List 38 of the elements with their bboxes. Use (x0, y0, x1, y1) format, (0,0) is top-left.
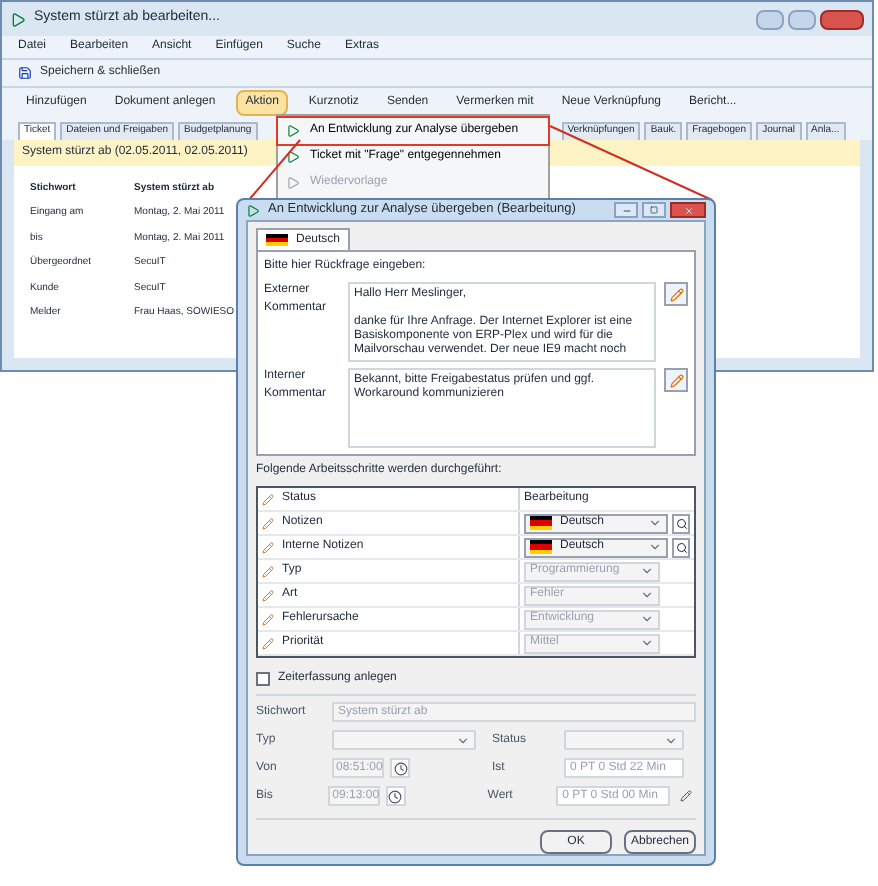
pencil-icon (262, 565, 274, 577)
edit-button[interactable] (664, 368, 688, 392)
pencil-icon (262, 517, 274, 529)
pencil-icon (669, 373, 683, 387)
pencil-icon (262, 541, 274, 553)
maximize-button[interactable] (788, 9, 816, 29)
app-icon (10, 11, 26, 27)
pencil-icon (262, 589, 274, 601)
maximize-button[interactable] (642, 202, 666, 218)
minimize-icon (621, 205, 631, 215)
clock-icon (393, 761, 407, 775)
caret-icon (456, 733, 470, 747)
search-icon (675, 517, 687, 529)
pencil-icon (262, 493, 274, 505)
caret-icon (664, 733, 678, 747)
pencil-icon (262, 613, 274, 625)
pencil-icon (669, 287, 683, 301)
search-button[interactable] (672, 537, 690, 557)
clock-button[interactable] (390, 758, 410, 778)
close-button[interactable] (670, 202, 706, 218)
flag-icon (530, 540, 552, 554)
clock-icon (388, 789, 403, 803)
pencil-icon (680, 790, 693, 802)
calculate-button[interactable] (676, 786, 696, 806)
close-button[interactable] (820, 9, 864, 29)
minimize-button[interactable] (614, 202, 638, 218)
edit-button[interactable] (664, 282, 688, 306)
checkbox[interactable] (256, 672, 270, 686)
flag-icon (266, 233, 288, 247)
flag-icon (530, 516, 552, 530)
pencil-icon (262, 637, 274, 649)
clock-button[interactable] (386, 786, 406, 806)
search-button[interactable] (672, 513, 690, 533)
maximize-icon (650, 206, 658, 214)
search-icon (675, 541, 687, 553)
dialog-icon (246, 203, 260, 217)
save-icon (18, 66, 32, 80)
minimize-button[interactable] (756, 9, 784, 29)
